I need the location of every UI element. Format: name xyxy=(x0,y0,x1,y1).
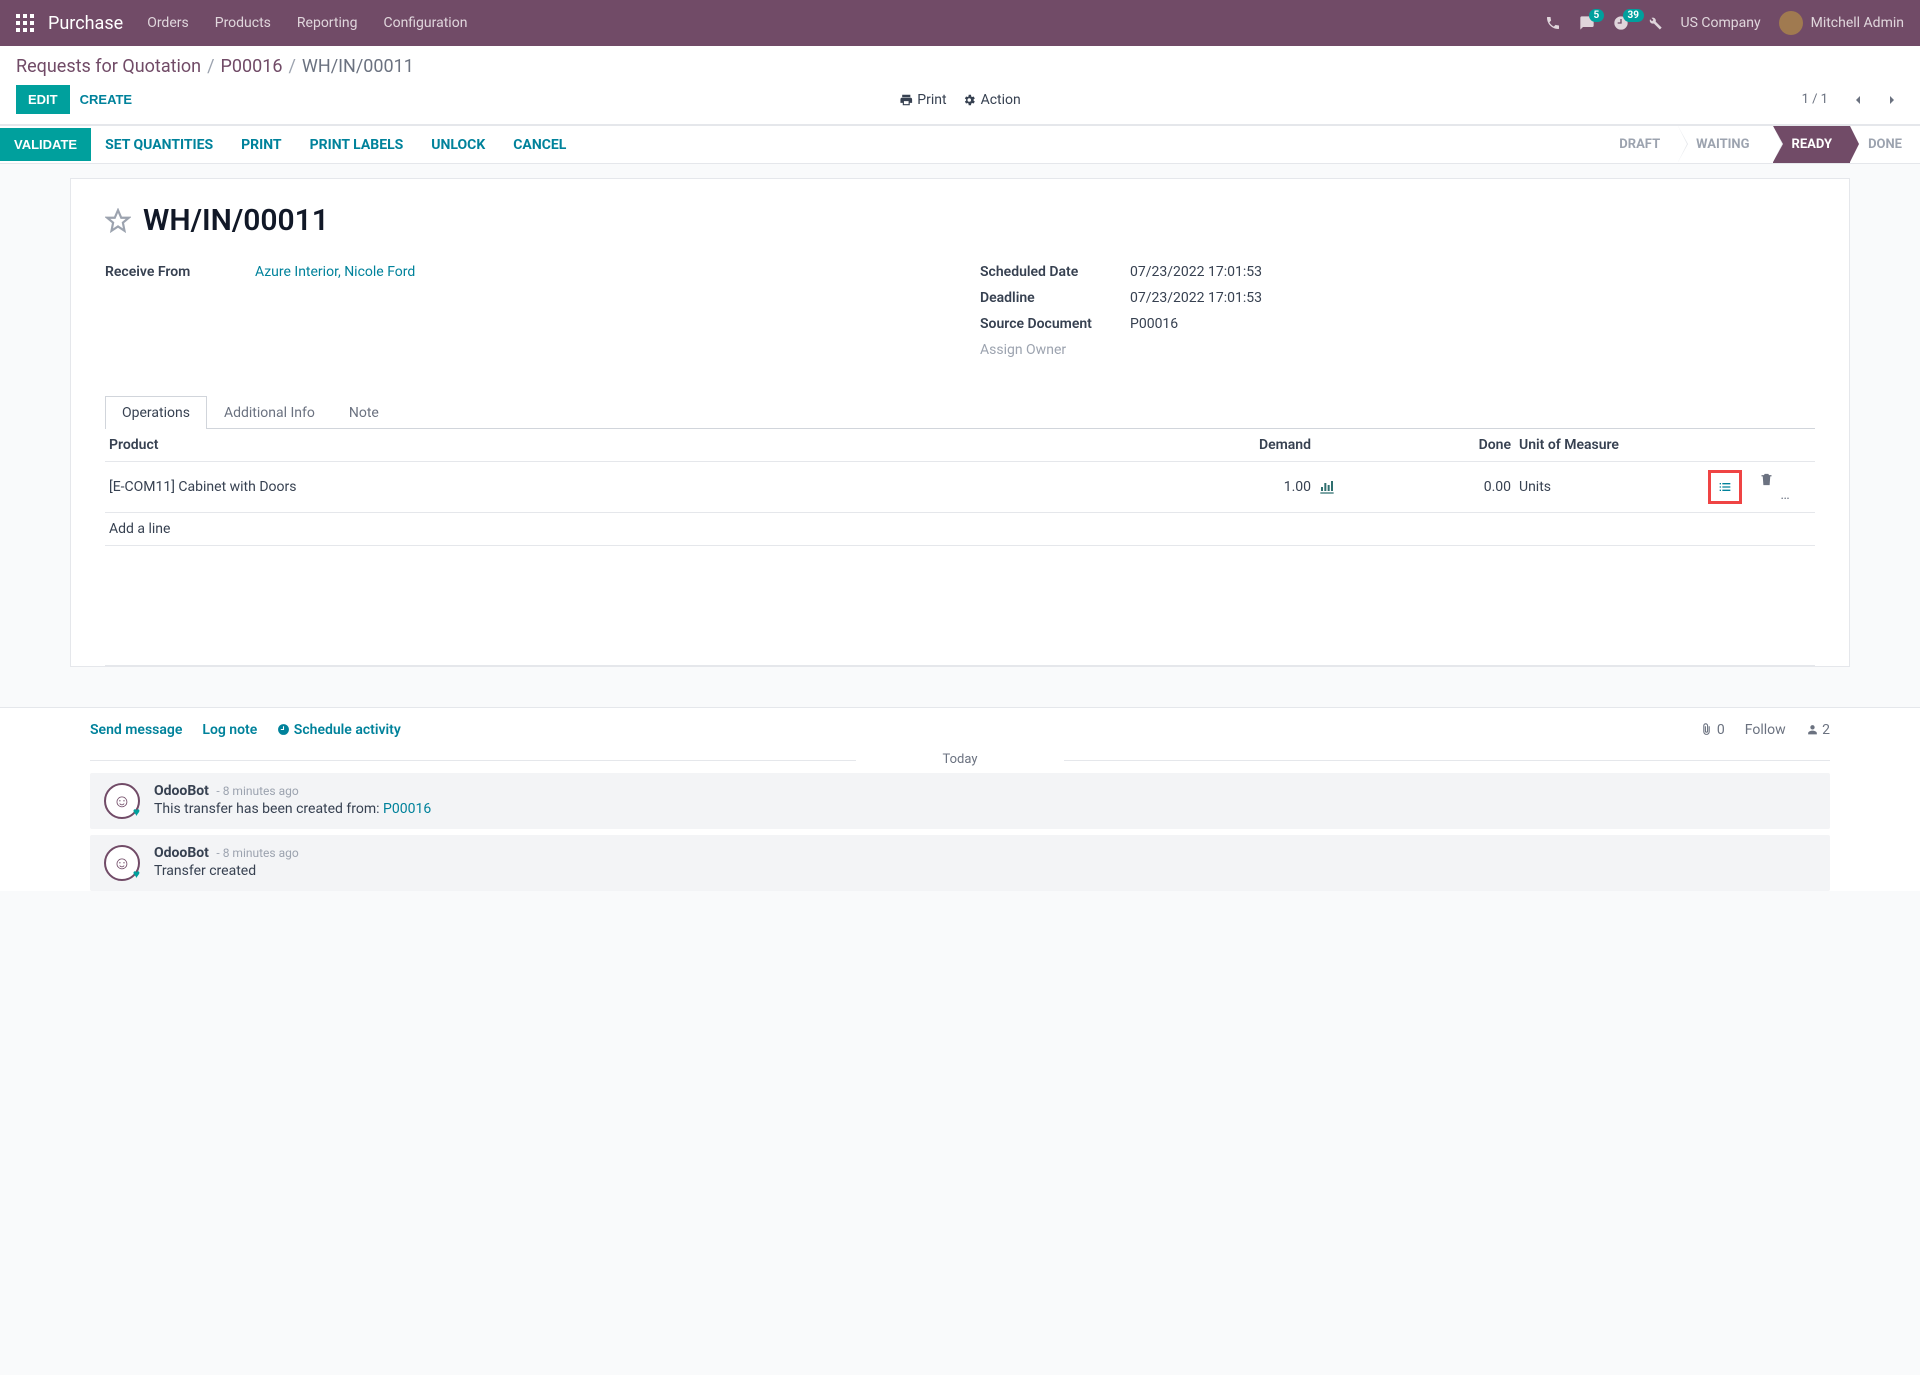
app-name[interactable]: Purchase xyxy=(48,13,123,34)
pager-prev[interactable] xyxy=(1846,88,1870,112)
breadcrumb-sep: / xyxy=(288,56,295,77)
forecast-icon[interactable] xyxy=(1319,479,1351,495)
col-uom[interactable]: Unit of Measure xyxy=(1515,429,1695,462)
tools-icon[interactable] xyxy=(1647,15,1663,31)
stage-ready[interactable]: READY xyxy=(1773,126,1850,163)
controlbar: EDIT CREATE Print Action 1 / 1 xyxy=(0,79,1920,124)
followers-count[interactable]: 2 xyxy=(1806,722,1830,738)
validate-button[interactable]: VALIDATE xyxy=(0,128,91,161)
nav-reporting[interactable]: Reporting xyxy=(297,15,358,31)
cell-product: [E-COM11] Cabinet with Doors xyxy=(105,462,1155,513)
stage-done[interactable]: DONE xyxy=(1850,126,1920,163)
gear-icon xyxy=(963,93,977,107)
tab-additional-info[interactable]: Additional Info xyxy=(207,396,332,429)
col-product[interactable]: Product xyxy=(105,429,1155,462)
add-a-line[interactable]: Add a line xyxy=(105,513,1815,546)
chatter: Send message Log note Schedule activity … xyxy=(0,707,1920,891)
paperclip-icon xyxy=(1700,723,1713,736)
company-switcher[interactable]: US Company xyxy=(1681,15,1761,31)
deadline-value: 07/23/2022 17:01:53 xyxy=(1130,290,1815,306)
send-message-button[interactable]: Send message xyxy=(90,722,182,738)
tab-operations[interactable]: Operations xyxy=(105,396,207,429)
phone-icon[interactable] xyxy=(1545,15,1561,31)
message-time: - 8 minutes ago xyxy=(216,784,298,798)
statusbar: VALIDATE SET QUANTITIES PRINT PRINT LABE… xyxy=(0,125,1920,164)
pager-next[interactable] xyxy=(1880,88,1904,112)
delete-line-icon[interactable] xyxy=(1759,472,1811,487)
detailed-operations-icon[interactable] xyxy=(1708,470,1742,504)
cell-demand: 1.00 xyxy=(1155,462,1315,513)
message-link[interactable]: P00016 xyxy=(383,801,431,817)
print-icon xyxy=(899,93,913,107)
print-dropdown[interactable]: Print xyxy=(899,92,946,108)
breadcrumb-sep: / xyxy=(207,56,214,77)
activities-badge: 39 xyxy=(1623,9,1644,22)
cell-uom: Units xyxy=(1515,462,1695,513)
chevron-right-icon xyxy=(1884,92,1900,108)
schedule-activity-button[interactable]: Schedule activity xyxy=(277,722,401,738)
topbar: Purchase Orders Products Reporting Confi… xyxy=(0,0,1920,46)
nav-products[interactable]: Products xyxy=(215,15,271,31)
print-labels-button[interactable]: PRINT LABELS xyxy=(296,128,418,162)
nav-orders[interactable]: Orders xyxy=(147,15,189,31)
breadcrumb: Requests for Quotation / P00016 / WH/IN/… xyxy=(0,46,1920,79)
pager[interactable]: 1 / 1 xyxy=(1802,92,1828,107)
deadline-label: Deadline xyxy=(980,290,1130,306)
source-doc-label: Source Document xyxy=(980,316,1130,332)
breadcrumb-current: WH/IN/00011 xyxy=(302,56,414,77)
form-sheet: WH/IN/00011 Receive From Azure Interior,… xyxy=(70,178,1850,667)
user-menu[interactable]: Mitchell Admin xyxy=(1779,11,1904,35)
col-demand[interactable]: Demand xyxy=(1155,429,1315,462)
message: ☺♥ OdooBot - 8 minutes ago This transfer… xyxy=(90,773,1830,829)
user-name: Mitchell Admin xyxy=(1811,15,1904,31)
cancel-button[interactable]: CANCEL xyxy=(499,128,580,162)
receive-from-value[interactable]: Azure Interior, Nicole Ford xyxy=(255,264,940,280)
cell-done: 0.00 xyxy=(1355,462,1515,513)
assign-owner-label[interactable]: Assign Owner xyxy=(980,342,1815,358)
message-author: OdooBot xyxy=(154,783,209,799)
nav-configuration[interactable]: Configuration xyxy=(383,15,467,31)
stage-draft[interactable]: DRAFT xyxy=(1601,126,1678,163)
receive-from-label: Receive From xyxy=(105,264,255,280)
attachments-count[interactable]: 0 xyxy=(1700,722,1724,738)
breadcrumb-rfq[interactable]: Requests for Quotation xyxy=(16,56,201,77)
message: ☺♥ OdooBot - 8 minutes ago Transfer crea… xyxy=(90,835,1830,891)
odoobot-avatar-icon: ☺♥ xyxy=(104,783,140,819)
tab-note[interactable]: Note xyxy=(332,396,396,429)
tabs: Operations Additional Info Note xyxy=(105,396,1815,429)
message-time: - 8 minutes ago xyxy=(216,846,298,860)
scheduled-date-value: 07/23/2022 17:01:53 xyxy=(1130,264,1815,280)
person-icon xyxy=(1806,723,1819,736)
scheduled-date-label: Scheduled Date xyxy=(980,264,1130,280)
clock-icon xyxy=(277,723,290,736)
subheader: Requests for Quotation / P00016 / WH/IN/… xyxy=(0,46,1920,125)
breadcrumb-order[interactable]: P00016 xyxy=(221,56,283,77)
messages-badge: 5 xyxy=(1589,9,1605,22)
chevron-left-icon xyxy=(1850,92,1866,108)
apps-icon[interactable] xyxy=(16,14,34,32)
operations-table: Product Demand Done Unit of Measure [E-C… xyxy=(105,429,1815,666)
follow-button[interactable]: Follow xyxy=(1745,722,1786,738)
col-done[interactable]: Done xyxy=(1355,429,1515,462)
activities-icon[interactable]: 39 xyxy=(1613,15,1629,31)
source-doc-value: P00016 xyxy=(1130,316,1815,332)
table-row[interactable]: [E-COM11] Cabinet with Doors 1.00 0.00 U… xyxy=(105,462,1815,513)
set-quantities-button[interactable]: SET QUANTITIES xyxy=(91,128,227,162)
print-button[interactable]: PRINT xyxy=(227,128,295,162)
stage-waiting[interactable]: WAITING xyxy=(1678,126,1773,163)
edit-button[interactable]: EDIT xyxy=(16,85,70,114)
log-note-button[interactable]: Log note xyxy=(202,722,257,738)
create-button[interactable]: CREATE xyxy=(70,85,142,114)
favorite-star-icon[interactable] xyxy=(105,208,131,234)
record-title: WH/IN/00011 xyxy=(143,203,329,238)
messages-icon[interactable]: 5 xyxy=(1579,15,1595,31)
unlock-button[interactable]: UNLOCK xyxy=(417,128,499,162)
message-author: OdooBot xyxy=(154,845,209,861)
action-dropdown[interactable]: Action xyxy=(963,92,1021,108)
avatar-icon xyxy=(1779,11,1803,35)
chatter-date-separator: Today xyxy=(90,752,1830,767)
odoobot-avatar-icon: ☺♥ xyxy=(104,845,140,881)
